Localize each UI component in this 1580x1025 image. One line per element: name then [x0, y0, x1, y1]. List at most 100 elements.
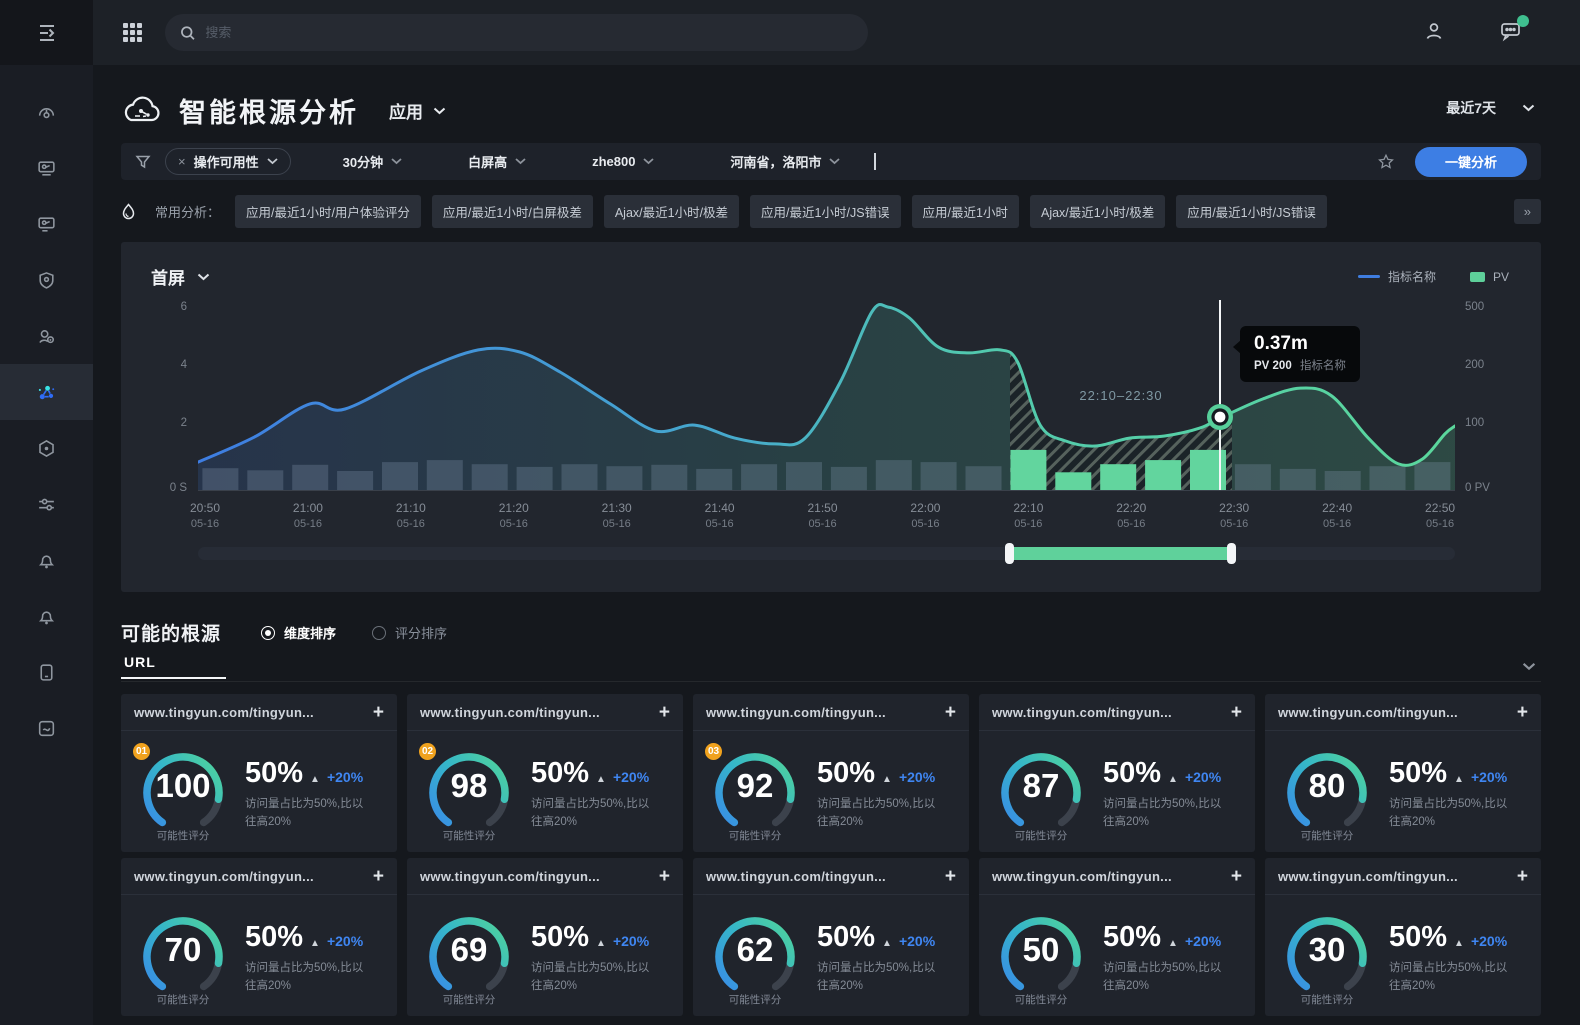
add-to-analysis-icon[interactable]: + — [1517, 867, 1528, 886]
sidebar-item-alert-bell[interactable] — [0, 532, 93, 588]
sidebar-collapse-icon[interactable] — [33, 19, 61, 47]
sidebar-item-shield-health[interactable] — [0, 252, 93, 308]
sidebar-item-settings-sliders[interactable] — [0, 476, 93, 532]
pv-bar — [1280, 469, 1316, 490]
score-value: 50 — [993, 931, 1089, 969]
x-axis-tick: 22:4005-16 — [1299, 500, 1375, 532]
legend-item-pv[interactable]: PV — [1470, 270, 1509, 284]
remove-filter-icon[interactable]: × — [178, 154, 186, 169]
score-gauge: 87 可能性评分 — [993, 743, 1089, 843]
search-input[interactable] — [205, 25, 853, 40]
add-to-analysis-icon[interactable]: + — [659, 703, 670, 722]
radio-icon — [261, 626, 275, 640]
smart-analysis-logo-icon — [121, 95, 163, 127]
up-triangle-icon: ▲ — [1168, 774, 1178, 785]
x-axis-tick: 21:2005-16 — [476, 500, 552, 532]
quick-analysis-chip[interactable]: 应用/最近1小时/JS错误 — [1176, 195, 1327, 228]
card-url-link[interactable]: www.tingyun.com/tingyun... — [706, 705, 886, 720]
sort-option-0[interactable]: 维度排序 — [261, 623, 336, 642]
score-value: 62 — [707, 931, 803, 969]
sidebar-item-hexagon-module[interactable] — [0, 420, 93, 476]
add-to-analysis-icon[interactable]: + — [659, 867, 670, 886]
pv-bar — [1235, 464, 1271, 490]
time-range-selector[interactable]: 最近7天 — [1446, 98, 1535, 118]
up-triangle-icon: ▲ — [1454, 774, 1464, 785]
app-launcher-icon[interactable] — [123, 23, 143, 43]
quick-analysis-chip[interactable]: Ajax/最近1小时/极差 — [1030, 195, 1165, 228]
messages-icon[interactable] — [1499, 18, 1525, 44]
topbar — [93, 0, 1580, 65]
brush-handle-left[interactable] — [1005, 543, 1014, 564]
filter-dropdown-app[interactable]: zhe800 — [592, 154, 654, 169]
more-chips-button[interactable]: » — [1514, 199, 1541, 224]
quick-analysis-chip[interactable]: Ajax/最近1小时/极差 — [604, 195, 739, 228]
card-url-link[interactable]: www.tingyun.com/tingyun... — [992, 705, 1172, 720]
collapse-section-icon[interactable] — [1522, 658, 1536, 676]
traffic-percent: 50% — [817, 921, 875, 954]
favorite-star-icon[interactable] — [1377, 153, 1395, 171]
quick-analysis-chip[interactable]: 应用/最近1小时 — [912, 195, 1019, 228]
global-search[interactable] — [165, 14, 868, 51]
card-description: 访问量占比为50%,比以往高20% — [1103, 960, 1227, 996]
sort-option-1[interactable]: 评分排序 — [372, 623, 447, 642]
x-axis-tick: 21:3005-16 — [579, 500, 655, 532]
hot-droplet-icon — [121, 203, 136, 221]
add-to-analysis-icon[interactable]: + — [945, 703, 956, 722]
sidebar-item-alert-bell-2[interactable] — [0, 588, 93, 644]
card-url-link[interactable]: www.tingyun.com/tingyun... — [134, 705, 314, 720]
time-brush-track[interactable] — [198, 547, 1455, 560]
card-description: 访问量占比为50%,比以往高20% — [245, 960, 369, 996]
sidebar-item-monitor-report-2[interactable] — [0, 196, 93, 252]
filter-pill-availability[interactable]: × 操作可用性 — [165, 148, 291, 175]
card-url-link[interactable]: www.tingyun.com/tingyun... — [1278, 705, 1458, 720]
add-to-analysis-icon[interactable]: + — [373, 867, 384, 886]
sidebar-item-user-insight[interactable] — [0, 308, 93, 364]
tab-url[interactable]: URL — [124, 654, 156, 679]
sidebar-item-mobile-device[interactable] — [0, 644, 93, 700]
score-value: 30 — [1279, 931, 1375, 969]
filter-dropdown-region[interactable]: 河南省，洛阳市 — [730, 152, 840, 171]
sidebar-item-gauge[interactable] — [0, 84, 93, 140]
time-brush-selection[interactable] — [1010, 547, 1232, 560]
scope-selector[interactable]: 应用 — [389, 98, 446, 123]
chevron-down-icon — [433, 107, 446, 115]
page-title: 智能根源分析 — [179, 91, 359, 130]
up-triangle-icon: ▲ — [1168, 938, 1178, 949]
pv-bar — [966, 466, 1002, 490]
filter-funnel-icon[interactable] — [135, 154, 151, 170]
add-to-analysis-icon[interactable]: + — [1517, 703, 1528, 722]
score-value: 80 — [1279, 767, 1375, 805]
card-url-link[interactable]: www.tingyun.com/tingyun... — [134, 869, 314, 884]
add-to-analysis-icon[interactable]: + — [373, 703, 384, 722]
card-description: 访问量占比为50%,比以往高20% — [531, 960, 655, 996]
add-to-analysis-icon[interactable]: + — [945, 867, 956, 886]
filter-dropdown-period[interactable]: 30分钟 — [343, 152, 402, 171]
sidebar-item-monitor-report[interactable] — [0, 140, 93, 196]
chart-metric-selector[interactable]: 首屏 — [151, 264, 210, 289]
one-click-analyze-button[interactable]: 一键分析 — [1415, 147, 1527, 177]
card-url-link[interactable]: www.tingyun.com/tingyun... — [1278, 869, 1458, 884]
score-value: 87 — [993, 767, 1089, 805]
quick-analysis-chip[interactable]: 应用/最近1小时/白屏极差 — [432, 195, 593, 228]
sidebar-item-root-cause-network[interactable] — [0, 364, 93, 420]
roots-section-title: 可能的根源 — [121, 619, 221, 646]
legend-item-metric[interactable]: 指标名称 — [1358, 268, 1436, 285]
user-account-icon[interactable] — [1421, 18, 1447, 44]
filter-dropdown-metric[interactable]: 白屏高 — [468, 152, 526, 171]
card-url-link[interactable]: www.tingyun.com/tingyun... — [992, 869, 1172, 884]
tooltip-value: 0.37m — [1254, 333, 1346, 355]
quick-analysis-chip[interactable]: 应用/最近1小时/JS错误 — [750, 195, 901, 228]
pv-bar — [696, 469, 732, 490]
card-url-link[interactable]: www.tingyun.com/tingyun... — [706, 869, 886, 884]
up-triangle-icon: ▲ — [1454, 938, 1464, 949]
quick-analysis-chip[interactable]: 应用/最近1小时/用户体验评分 — [235, 195, 421, 228]
add-to-analysis-icon[interactable]: + — [1231, 867, 1242, 886]
sidebar-item-app-link[interactable] — [0, 700, 93, 756]
chart-metric-label: 首屏 — [151, 264, 185, 289]
brush-handle-right[interactable] — [1227, 543, 1236, 564]
card-url-link[interactable]: www.tingyun.com/tingyun... — [420, 869, 600, 884]
add-to-analysis-icon[interactable]: + — [1231, 703, 1242, 722]
card-url-link[interactable]: www.tingyun.com/tingyun... — [420, 705, 600, 720]
traffic-percent: 50% — [531, 757, 589, 790]
tooltip-pv: PV 200 — [1254, 360, 1292, 372]
